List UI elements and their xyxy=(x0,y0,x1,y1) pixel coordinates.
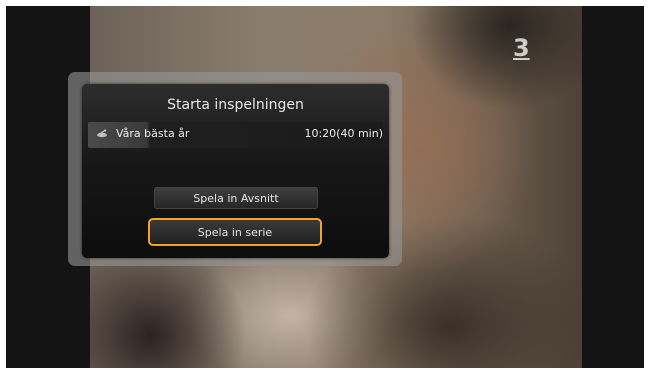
record-series-label: Spela in serie xyxy=(197,225,273,239)
letterbox-right xyxy=(582,6,644,368)
dialog-title: Starta inspelningen xyxy=(167,97,304,113)
program-time: 10:20(40 min) xyxy=(304,127,383,140)
channel-logo: 3 xyxy=(513,34,530,62)
record-episode-label: Spela in Avsnitt xyxy=(193,191,279,205)
program-name: Våra bästa år xyxy=(116,127,190,140)
record-episode-button[interactable]: Spela in Avsnitt xyxy=(154,187,318,209)
tv-screen: 3 Starta inspelningen Våra bästa år 10:2… xyxy=(6,6,644,368)
record-series-button[interactable]: Spela in serie xyxy=(148,218,322,246)
satellite-dish-icon xyxy=(96,129,108,139)
